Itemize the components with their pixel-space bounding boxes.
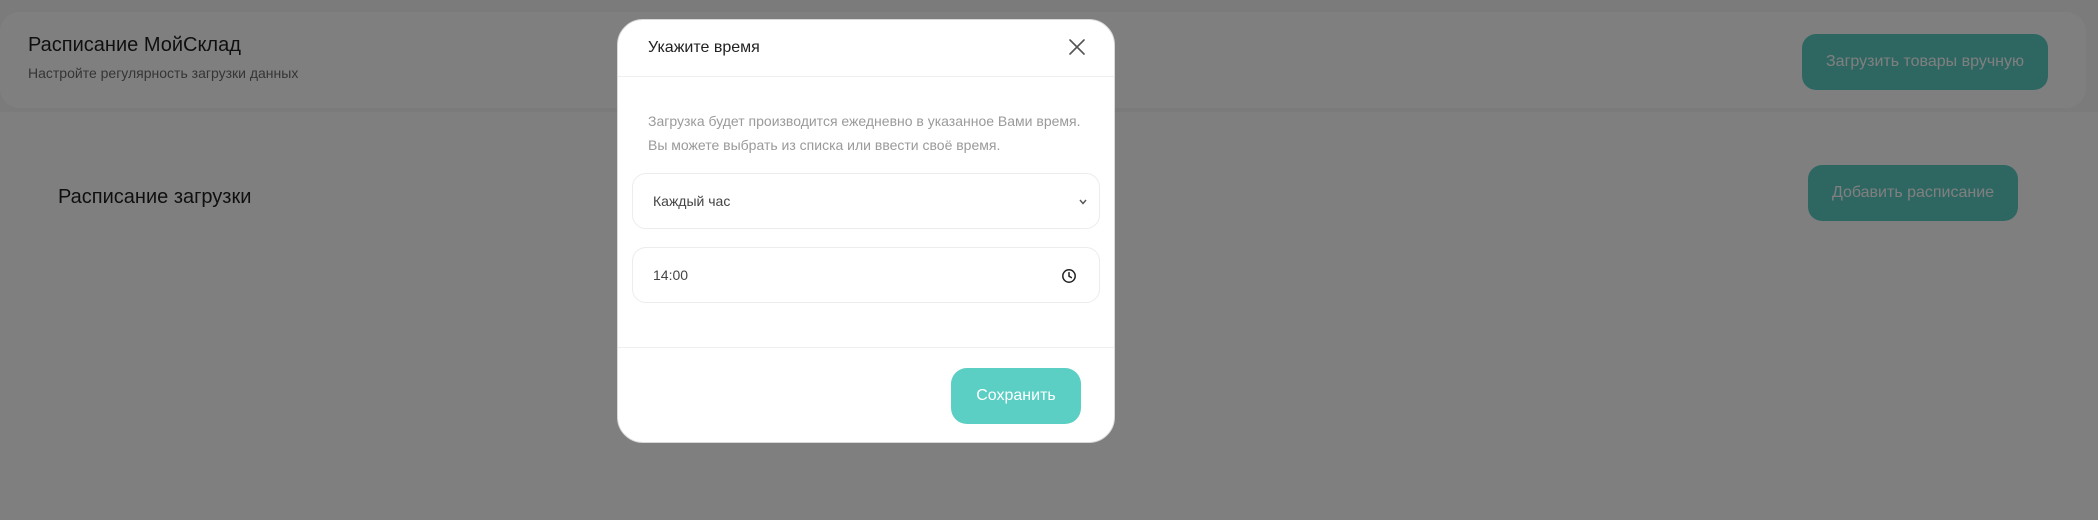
frequency-select-value: Каждый час bbox=[653, 193, 731, 209]
time-input[interactable]: 14:00 bbox=[632, 247, 1100, 303]
clock-icon[interactable] bbox=[1061, 268, 1077, 284]
modal-title: Укажите время bbox=[648, 39, 760, 56]
description-line-2: Вы можете выбрать из списка или ввести с… bbox=[648, 137, 1001, 153]
time-input-value: 14:00 bbox=[653, 267, 689, 283]
frequency-select[interactable]: Каждый час bbox=[632, 173, 1100, 229]
time-modal: Укажите время Загрузка будет производитс… bbox=[617, 19, 1115, 443]
modal-footer: Сохранить bbox=[618, 347, 1114, 442]
close-button[interactable] bbox=[1066, 36, 1088, 58]
modal-description: Загрузка будет производится ежедневно в … bbox=[648, 109, 1088, 157]
description-line-1: Загрузка будет производится ежедневно в … bbox=[648, 113, 1081, 129]
save-button[interactable]: Сохранить bbox=[951, 368, 1081, 424]
modal-header: Укажите время bbox=[618, 20, 1114, 77]
close-icon bbox=[1069, 39, 1085, 55]
chevron-down-icon bbox=[1077, 196, 1089, 208]
